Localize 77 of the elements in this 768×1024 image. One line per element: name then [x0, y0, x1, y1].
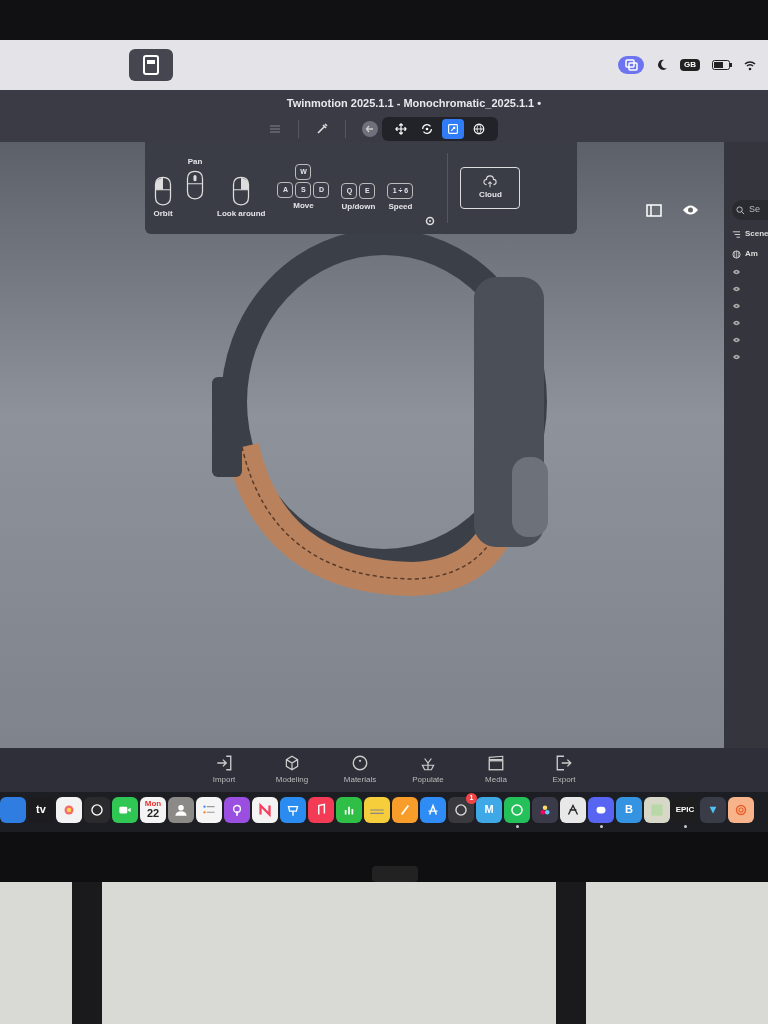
toolbar-label[interactable]: Modeling — [275, 774, 309, 786]
import-icon[interactable] — [215, 754, 233, 772]
globe-icon — [472, 122, 486, 136]
mouse-control-label: Pan — [187, 156, 203, 168]
vee-app-icon[interactable] — [700, 796, 726, 823]
music-app-icon[interactable] — [308, 796, 334, 823]
app-stack-icon[interactable] — [128, 48, 174, 82]
media-icon[interactable] — [487, 754, 505, 772]
resolve-app-icon[interactable] — [532, 796, 558, 823]
eyedropper-icon[interactable] — [315, 122, 329, 136]
export-icon[interactable] — [555, 754, 573, 772]
tv-app-icon[interactable]: tv — [28, 796, 54, 823]
scale-icon — [446, 122, 460, 136]
numbers-app-icon[interactable] — [336, 796, 362, 823]
eye-icon[interactable] — [732, 268, 741, 276]
sphere-icon — [732, 249, 741, 259]
toolbar-label[interactable]: Import — [212, 774, 236, 786]
mouse-control-label: Orbit — [153, 208, 173, 220]
wifi-icon[interactable] — [744, 59, 756, 71]
calendar-app-icon[interactable]: Mon 22 — [140, 796, 166, 823]
keynote-app-icon[interactable] — [280, 796, 306, 823]
battery-icon[interactable] — [712, 60, 732, 70]
mouse-control-label: Look around — [217, 208, 266, 220]
whatsapp-app-icon[interactable] — [504, 796, 530, 823]
mouse-icon — [185, 170, 205, 200]
cloud-icon — [483, 175, 498, 189]
toolbar-label[interactable]: Materials — [343, 774, 377, 786]
mouse-icon — [231, 176, 252, 206]
list-icon — [732, 229, 741, 239]
eye-icon[interactable] — [732, 353, 741, 361]
contacts-app-icon[interactable] — [168, 796, 194, 823]
search-input[interactable]: Se — [749, 203, 768, 217]
move-icon — [394, 122, 408, 136]
rotate-icon — [420, 122, 434, 136]
speed-label: Speed — [388, 201, 413, 213]
up-down-label: Up/down — [341, 201, 376, 213]
spiral-app-icon[interactable] — [728, 796, 754, 823]
video-app-icon[interactable] — [112, 796, 138, 823]
photos-app-icon[interactable] — [56, 796, 82, 823]
scene-heading: Scene — [745, 228, 768, 240]
scene-item[interactable]: Am — [745, 248, 758, 260]
notes-app-icon[interactable] — [364, 796, 390, 823]
eye-icon[interactable] — [732, 319, 741, 327]
appstore-app-icon[interactable] — [420, 796, 446, 823]
eye-icon[interactable] — [732, 285, 741, 293]
move-label: Move — [293, 200, 314, 212]
eye-icon[interactable] — [732, 336, 741, 344]
keyboard-layout-badge[interactable]: GB — [680, 59, 700, 71]
toolbar-label[interactable]: Populate — [412, 774, 444, 786]
panel-toggle-icon[interactable] — [646, 204, 662, 217]
view-tool-button[interactable] — [442, 119, 464, 139]
discord-app-icon[interactable] — [588, 796, 614, 823]
pages-app-icon[interactable] — [392, 796, 418, 823]
materials-icon[interactable] — [351, 754, 369, 772]
search-icon — [736, 205, 745, 215]
eye-icon[interactable] — [732, 302, 741, 310]
moon-icon[interactable] — [656, 59, 668, 71]
reminders-app-icon[interactable] — [196, 796, 222, 823]
news-app-icon[interactable] — [252, 796, 278, 823]
epic-app-icon[interactable]: EPIC — [672, 796, 698, 823]
eye-icon[interactable] — [682, 204, 699, 216]
modeling-icon[interactable] — [283, 754, 301, 772]
finder-app-icon[interactable] — [0, 796, 26, 823]
mouse-icon — [153, 176, 173, 206]
cloud-button[interactable]: Cloud — [460, 167, 521, 209]
camera-device — [372, 866, 418, 882]
figure-app-icon[interactable] — [560, 796, 586, 823]
settings-icon[interactable] — [425, 216, 436, 226]
chat-app-icon[interactable] — [84, 796, 110, 823]
image-app-icon[interactable] — [644, 796, 670, 823]
search-field[interactable]: Se — [732, 200, 768, 220]
podcasts-app-icon[interactable] — [224, 796, 250, 823]
toolbar-label[interactable]: Export — [552, 774, 576, 786]
window-title: Twinmotion 2025.1.1 - Monochromatic_2025.1.1 • — [286, 95, 542, 111]
toolbar-label[interactable]: Media — [485, 774, 507, 786]
wheel-app-icon[interactable] — [448, 796, 474, 823]
control-center-icon[interactable] — [618, 56, 644, 74]
